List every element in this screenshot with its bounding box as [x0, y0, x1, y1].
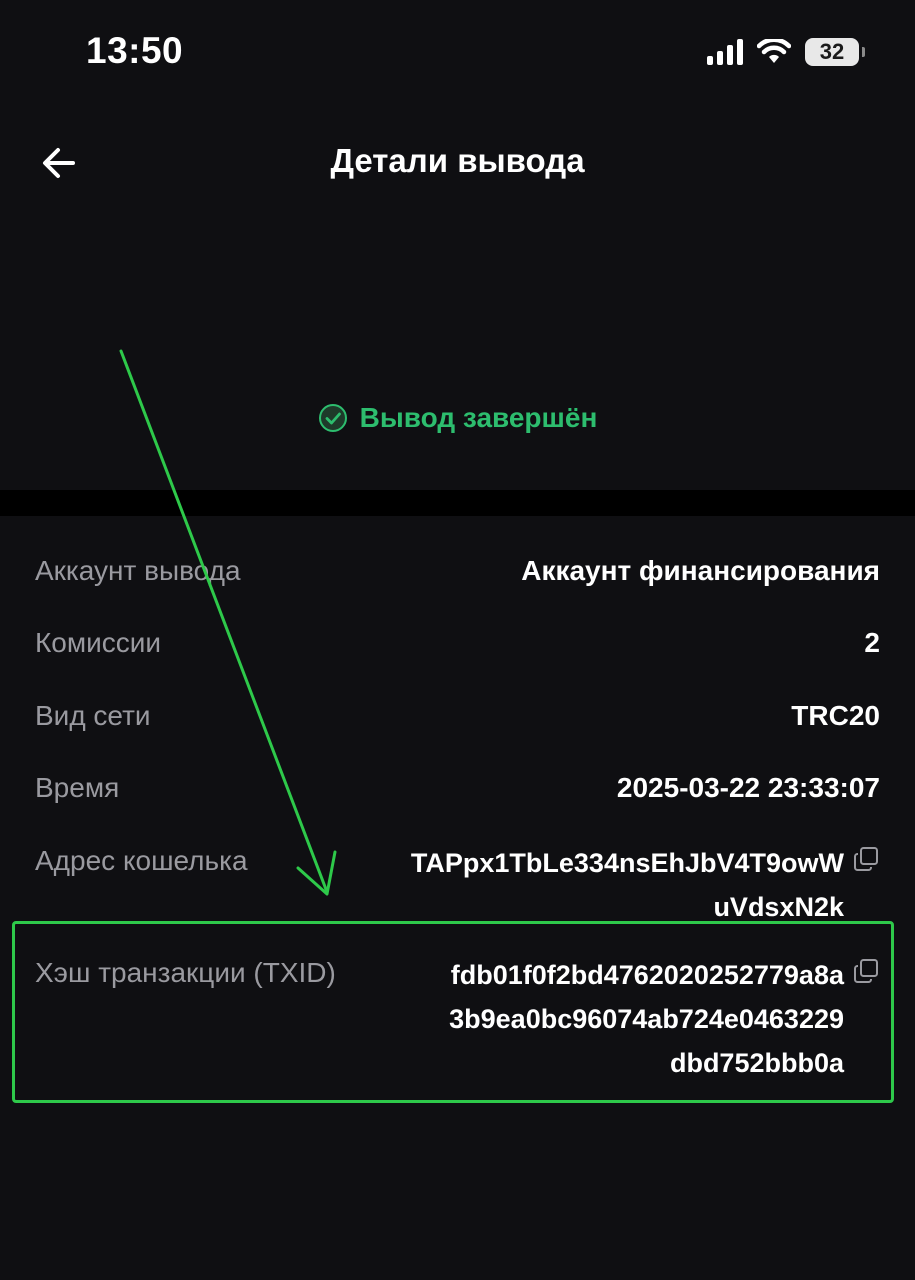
- wallet-address-line: uVdsxN2k: [713, 892, 844, 922]
- detail-value: 2025-03-22 23:33:07: [616, 772, 880, 803]
- status-bar: 13:50 32: [0, 0, 915, 110]
- status-icons: 32: [707, 38, 865, 66]
- cellular-signal-icon: [707, 39, 743, 65]
- copy-icon[interactable]: [852, 845, 880, 873]
- detail-label: Аккаунт вывода: [35, 555, 241, 586]
- txid-line: dbd752bbb0a: [669, 1048, 844, 1078]
- battery-icon: 32: [805, 38, 865, 66]
- detail-row-account: Аккаунт вывода Аккаунт финансирования: [35, 551, 880, 591]
- header: Детали вывода: [0, 120, 915, 204]
- detail-label: Адрес кошелька: [35, 845, 248, 876]
- status-text: Вывод завершён: [359, 402, 598, 433]
- wifi-icon: [757, 39, 791, 63]
- detail-value: TRC20: [791, 700, 880, 731]
- txid-line: 3b9ea0bc96074ab724e0463229: [449, 1004, 844, 1034]
- detail-row-time: Время 2025-03-22 23:33:07: [35, 768, 880, 808]
- txid-line: fdb01f0f2bd4762020252779a8a: [450, 960, 844, 990]
- detail-label: Время: [35, 772, 120, 803]
- detail-value: Аккаунт финансирования: [521, 555, 880, 586]
- section-divider: [0, 490, 915, 516]
- txid-lines: fdb01f0f2bd4762020252779a8a 3b9ea0bc9607…: [449, 953, 844, 1085]
- page-title: Детали вывода: [330, 142, 585, 179]
- detail-row-network: Вид сети TRC20: [35, 696, 880, 736]
- battery-level: 32: [819, 39, 845, 64]
- check-circle-icon: [318, 404, 347, 432]
- status-time: 13:50: [86, 30, 184, 71]
- detail-value: 2: [864, 627, 880, 658]
- detail-row-wallet-address: Адрес кошелька TAPpx1TbLe334nsEhJbV4T9ow…: [35, 841, 880, 929]
- withdrawal-status: Вывод завершён: [0, 402, 915, 434]
- wallet-address-line: TAPpx1TbLe334nsEhJbV4T9owW: [410, 848, 844, 878]
- detail-label: Хэш транзакции (TXID): [35, 957, 336, 988]
- wallet-address-lines: TAPpx1TbLe334nsEhJbV4T9owW uVdsxN2k: [411, 841, 844, 929]
- detail-row-fees: Комиссии 2: [35, 623, 880, 663]
- detail-row-txid: Хэш транзакции (TXID) fdb01f0f2bd4762020…: [35, 953, 880, 1085]
- copy-icon[interactable]: [852, 957, 880, 985]
- detail-label: Комиссии: [35, 627, 162, 658]
- detail-label: Вид сети: [35, 700, 151, 731]
- txid-value: fdb01f0f2bd4762020252779a8a 3b9ea0bc9607…: [449, 953, 880, 1085]
- wallet-address-value: TAPpx1TbLe334nsEhJbV4T9owW uVdsxN2k: [411, 841, 880, 929]
